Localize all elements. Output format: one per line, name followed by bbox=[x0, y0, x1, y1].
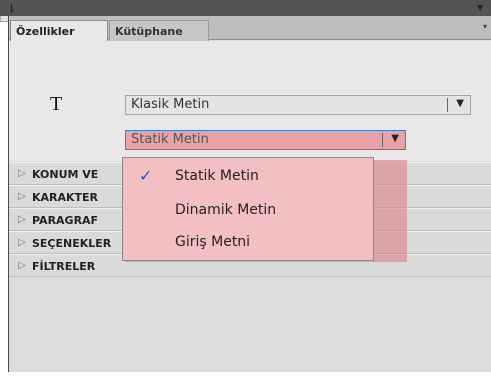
expand-triangle-icon: ▷ bbox=[18, 191, 26, 202]
text-subtype-dropdown-menu: ✓ Statik Metin Dinamik Metin Giriş Metni bbox=[122, 157, 374, 261]
expand-triangle-icon: ▷ bbox=[18, 168, 26, 179]
section-label: SEÇENEKLER bbox=[32, 237, 112, 250]
chevron-down-icon: ▼ bbox=[475, 3, 485, 14]
panel-top-bar bbox=[0, 0, 491, 16]
chevron-down-icon: ▼ bbox=[391, 133, 399, 144]
menu-item-dinamik-metin[interactable]: Dinamik Metin bbox=[123, 194, 373, 224]
expand-triangle-icon: ▷ bbox=[18, 214, 26, 225]
text-orientation-icon: ⇂ bbox=[6, 2, 17, 17]
text-type-select[interactable]: Klasik Metin ▼ bbox=[125, 95, 471, 115]
expand-triangle-icon: ▷ bbox=[18, 237, 26, 248]
tab-strip: Özellikler Kütüphane ▾ bbox=[9, 16, 491, 41]
panel-menu-icon[interactable]: ▾ bbox=[483, 22, 489, 31]
menu-item-label: Statik Metin bbox=[175, 168, 259, 184]
panel-bottom-area bbox=[0, 372, 491, 388]
properties-panel: Özellikler Kütüphane ▾ T Klasik Metin ▼ … bbox=[0, 0, 491, 388]
section-label: KARAKTER bbox=[32, 191, 99, 204]
text-subtype-value: Statik Metin bbox=[131, 132, 209, 147]
section-label: PARAGRAF bbox=[32, 214, 99, 227]
chevron-down-icon: ▼ bbox=[456, 98, 464, 109]
menu-item-label: Dinamik Metin bbox=[175, 202, 277, 218]
combo-separator bbox=[382, 133, 383, 147]
combo-separator bbox=[447, 98, 448, 112]
menu-item-giris-metni[interactable]: Giriş Metni bbox=[123, 226, 373, 256]
section-label: FİLTRELER bbox=[32, 260, 96, 273]
text-tool-icon: T bbox=[50, 93, 63, 115]
section-label: KONUM VE bbox=[32, 168, 99, 181]
text-subtype-select[interactable]: Statik Metin ▼ bbox=[125, 130, 406, 150]
text-type-value: Klasik Metin bbox=[131, 97, 210, 112]
expand-triangle-icon: ▷ bbox=[18, 260, 26, 271]
checkmark-icon: ✓ bbox=[139, 166, 153, 185]
tab-ozellikler[interactable]: Özellikler bbox=[10, 20, 108, 41]
tab-kutuphane[interactable]: Kütüphane bbox=[109, 20, 209, 41]
menu-item-statik-metin[interactable]: ✓ Statik Metin bbox=[123, 160, 373, 190]
menu-item-label: Giriş Metni bbox=[175, 234, 251, 250]
